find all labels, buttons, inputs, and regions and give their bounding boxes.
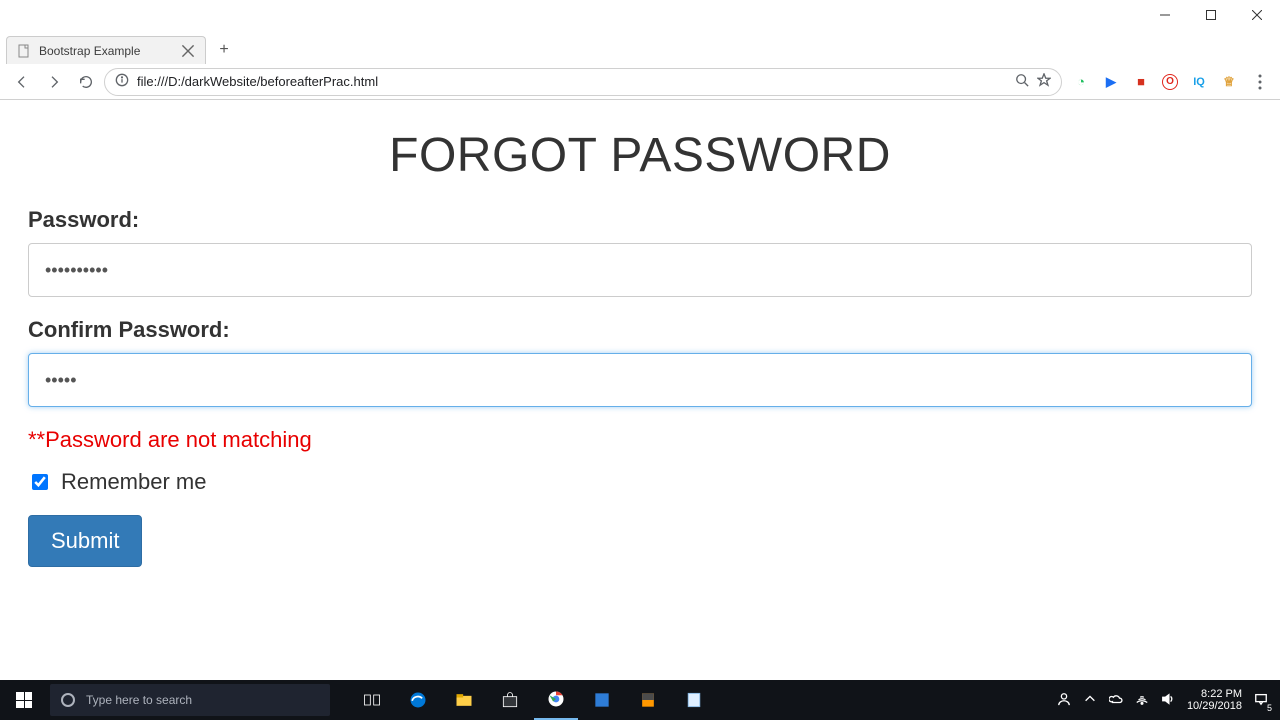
windows-taskbar: Type here to search 8:22 PM 10/29/2018 5 <box>0 680 1280 720</box>
tray-people-icon[interactable] <box>1057 692 1071 709</box>
app-blue-icon[interactable] <box>580 680 624 720</box>
windows-logo-icon <box>16 692 32 708</box>
extension-opera-icon[interactable]: O <box>1162 74 1178 90</box>
extension-iq-icon[interactable]: IQ <box>1190 73 1208 91</box>
remember-me-checkbox[interactable] <box>32 474 48 490</box>
clock-date: 10/29/2018 <box>1187 700 1242 712</box>
browser-tab-active[interactable]: Bootstrap Example <box>6 36 206 64</box>
remember-me-label: Remember me <box>61 469 206 495</box>
page-body: FORGOT PASSWORD Password: Confirm Passwo… <box>0 100 1280 587</box>
file-explorer-icon[interactable] <box>442 680 486 720</box>
start-button[interactable] <box>0 680 48 720</box>
forward-button[interactable] <box>40 68 68 96</box>
taskbar-pins <box>350 680 716 720</box>
new-tab-button[interactable]: + <box>210 36 238 64</box>
browser-tabstrip: Bootstrap Example + <box>0 30 1280 64</box>
remember-me-row: Remember me <box>28 469 1252 495</box>
password-group: Password: <box>28 207 1252 297</box>
back-button[interactable] <box>8 68 36 96</box>
action-center-icon[interactable]: 5 <box>1254 692 1268 709</box>
task-view-button[interactable] <box>350 680 394 720</box>
sublime-app-icon[interactable] <box>626 680 670 720</box>
notepad-app-icon[interactable] <box>672 680 716 720</box>
confirm-password-group: Confirm Password: <box>28 317 1252 407</box>
address-bar[interactable]: file:///D:/darkWebsite/beforeafterPrac.h… <box>104 68 1062 96</box>
password-input[interactable] <box>28 243 1252 297</box>
taskbar-clock[interactable]: 8:22 PM 10/29/2018 <box>1187 688 1242 712</box>
bookmark-star-icon[interactable] <box>1037 73 1051 90</box>
window-close-button[interactable] <box>1234 0 1280 30</box>
extension-blue-icon[interactable]: ▶ <box>1102 73 1120 91</box>
clock-time: 8:22 PM <box>1187 688 1242 700</box>
extension-green-icon[interactable]: ◔ <box>1072 73 1090 91</box>
page-favicon-icon <box>17 44 31 58</box>
zoom-icon[interactable] <box>1015 73 1029 90</box>
password-label: Password: <box>28 207 1252 233</box>
taskbar-search-placeholder: Type here to search <box>86 693 192 707</box>
extension-crown-icon[interactable]: ♕ <box>1220 73 1238 91</box>
browser-toolbar: file:///D:/darkWebsite/beforeafterPrac.h… <box>0 64 1280 100</box>
system-tray: 8:22 PM 10/29/2018 5 <box>1057 688 1280 712</box>
reload-button[interactable] <box>72 68 100 96</box>
tab-close-button[interactable] <box>181 44 195 58</box>
browser-menu-button[interactable] <box>1248 74 1272 90</box>
submit-button[interactable]: Submit <box>28 515 142 567</box>
tray-network-icon[interactable] <box>1135 692 1149 709</box>
extension-red-icon[interactable]: ■ <box>1132 73 1150 91</box>
confirm-password-label: Confirm Password: <box>28 317 1252 343</box>
site-info-icon[interactable] <box>115 73 129 90</box>
taskbar-search[interactable]: Type here to search <box>50 684 330 716</box>
confirm-password-input[interactable] <box>28 353 1252 407</box>
address-bar-url: file:///D:/darkWebsite/beforeafterPrac.h… <box>137 74 1007 89</box>
store-app-icon[interactable] <box>488 680 532 720</box>
window-maximize-button[interactable] <box>1188 0 1234 30</box>
page-title: FORGOT PASSWORD <box>28 128 1252 183</box>
tray-chevron-up-icon[interactable] <box>1083 692 1097 709</box>
edge-app-icon[interactable] <box>396 680 440 720</box>
browser-tab-title: Bootstrap Example <box>39 44 173 58</box>
password-mismatch-error: **Password are not matching <box>28 427 1252 453</box>
cortana-circle-icon <box>60 692 76 708</box>
extensions-area: ◔ ▶ ■ O IQ ♕ <box>1066 73 1244 91</box>
window-minimize-button[interactable] <box>1142 0 1188 30</box>
window-titlebar <box>0 0 1280 30</box>
notification-badge: 5 <box>1267 703 1272 713</box>
tray-volume-icon[interactable] <box>1161 692 1175 709</box>
chrome-app-icon[interactable] <box>534 680 578 720</box>
tray-onedrive-icon[interactable] <box>1109 692 1123 709</box>
